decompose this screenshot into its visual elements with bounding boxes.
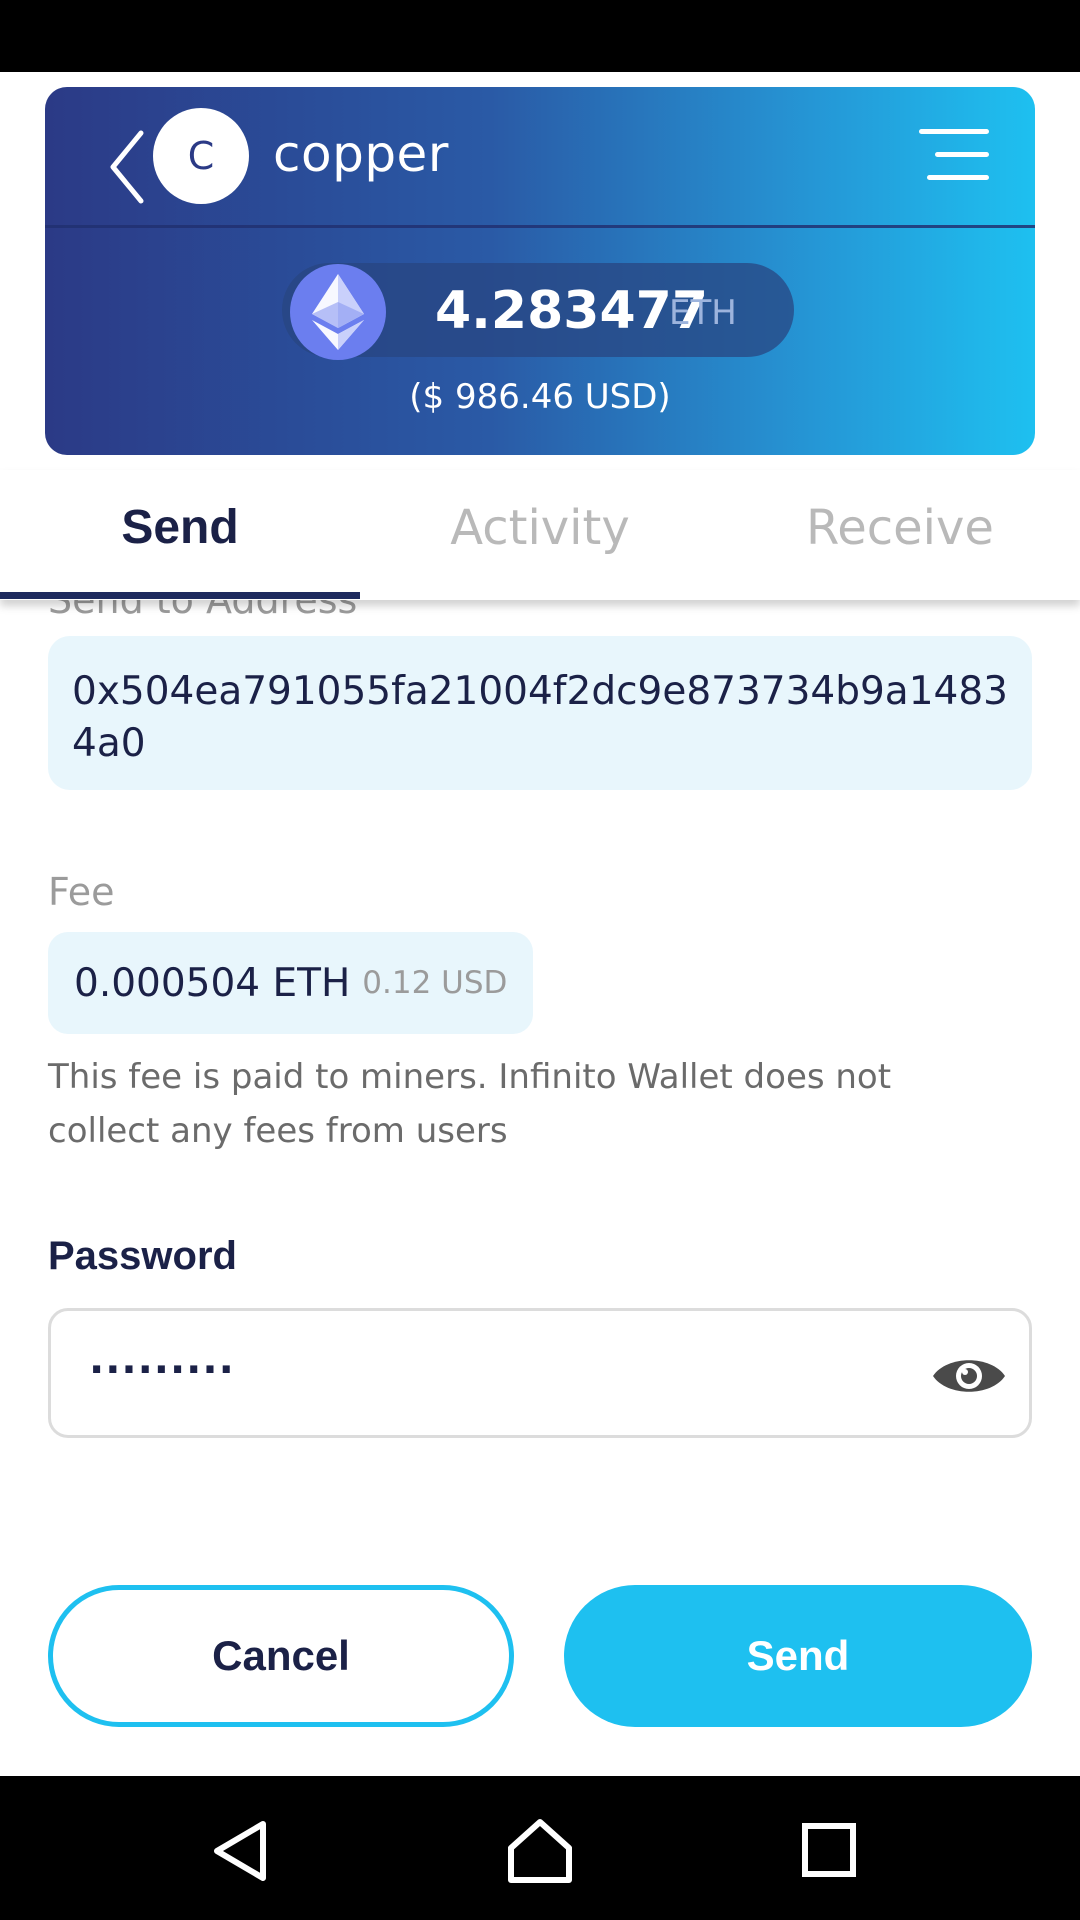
hamburger-menu-icon	[919, 129, 989, 134]
wallet-name: copper	[273, 125, 449, 183]
cancel-button[interactable]: Cancel	[48, 1585, 514, 1727]
ethereum-icon	[290, 264, 386, 360]
password-label: Password	[48, 1234, 237, 1278]
balance-unit: ETH	[669, 293, 737, 333]
menu-button[interactable]	[913, 129, 989, 185]
wallet-header: C copper 4.283477 ETH ($ 986.46 USD)	[45, 87, 1035, 455]
home-icon	[508, 1819, 572, 1883]
send-button[interactable]: Send	[564, 1585, 1032, 1727]
back-triangle-icon	[214, 1821, 266, 1881]
fee-label: Fee	[48, 870, 115, 914]
fee-eth-value: 0.000504 ETH	[74, 960, 351, 1006]
eye-icon	[933, 1360, 1005, 1392]
fee-note: This fee is paid to miners. Infinito Wal…	[48, 1057, 892, 1151]
toggle-password-visibility-button[interactable]	[931, 1351, 1007, 1401]
balance-usd: ($ 986.46 USD)	[409, 377, 671, 417]
password-value: ·········	[89, 1347, 235, 1393]
tab-activity[interactable]: Activity	[360, 500, 720, 556]
header-divider	[45, 225, 1035, 228]
address-field[interactable]: 0x504ea791055fa21004f2dc9e873734b9a14834…	[48, 636, 1032, 790]
system-navigation-bar	[0, 1776, 1080, 1920]
tab-receive[interactable]: Receive	[720, 500, 1080, 556]
chevron-left-icon	[110, 130, 144, 204]
system-recents-button[interactable]	[795, 1816, 865, 1886]
system-home-button[interactable]	[505, 1816, 575, 1886]
system-back-button[interactable]	[205, 1816, 275, 1886]
active-tab-indicator	[0, 592, 360, 599]
fee-field: 0.000504 ETH 0.12 USD	[48, 932, 534, 1034]
wallet-avatar: C	[153, 108, 249, 204]
tab-send[interactable]: Send	[0, 500, 360, 555]
recents-square-icon	[802, 1823, 856, 1877]
password-input[interactable]: ·········	[48, 1308, 1032, 1438]
back-button[interactable]	[103, 127, 153, 207]
status-bar	[0, 0, 1080, 72]
fee-usd-value: 0.12 USD	[362, 965, 508, 1001]
tab-bar: Send Activity Receive	[0, 470, 1080, 600]
balance-amount: 4.283477	[435, 281, 709, 341]
